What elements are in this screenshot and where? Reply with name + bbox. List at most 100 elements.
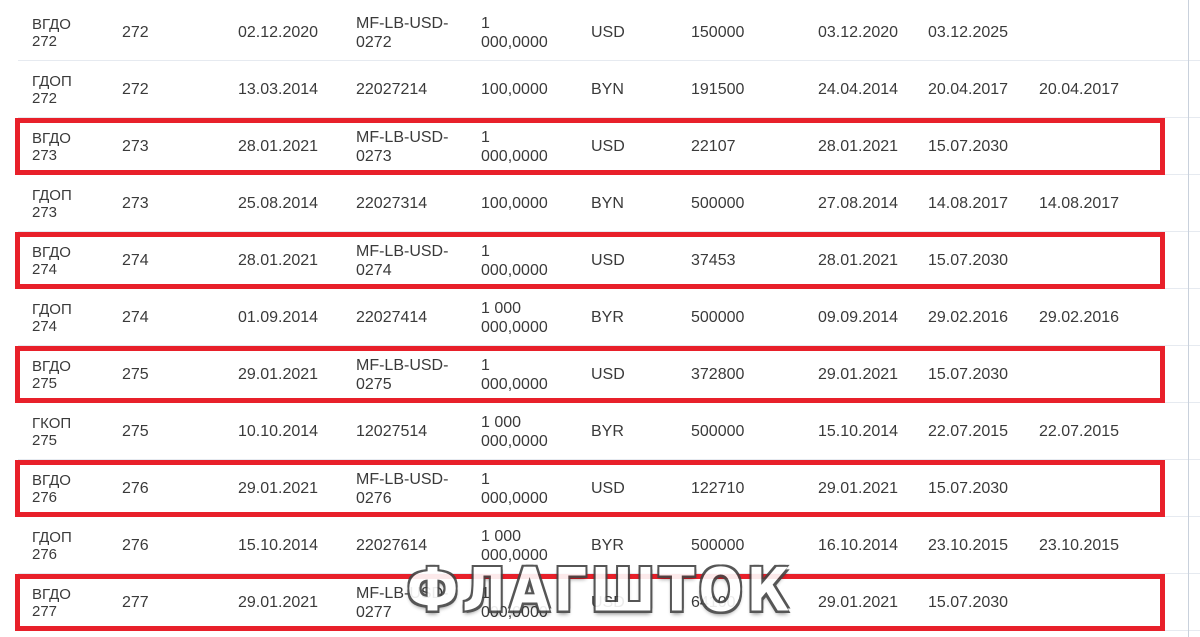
currency-cell: USD bbox=[591, 23, 625, 41]
maturity-date-cell: 15.07.2030 bbox=[928, 251, 1009, 269]
isin-cell: 22027214 bbox=[356, 81, 428, 98]
issue-code-cell: ГКОП 275 bbox=[32, 414, 72, 449]
isin-cell: MF-LB-USD- 0274 bbox=[356, 242, 449, 279]
registration-date-cell: 15.10.2014 bbox=[238, 536, 319, 554]
volume-cell: 500000 bbox=[691, 308, 745, 326]
maturity-date-cell: 14.08.2017 bbox=[928, 194, 1009, 212]
issue-code-cell: ГДОП 272 bbox=[32, 72, 72, 107]
table-row: ВГДО 276 276 29.01.2021 MF-LB-USD- 0276 1 00… bbox=[18, 460, 1200, 517]
issue-code-cell: ВГДО 276 bbox=[32, 471, 71, 506]
issue-code-cell: ВГДО 275 bbox=[32, 357, 71, 392]
start-date-cell: 27.08.2014 bbox=[818, 194, 899, 212]
redemption-date-cell bbox=[1039, 460, 1149, 517]
issue-code-cell: ВГДО 273 bbox=[32, 129, 71, 164]
isin-cell: 22027414 bbox=[356, 309, 428, 326]
issue-code-cell: ГДОП 276 bbox=[32, 528, 72, 563]
table-right-border bbox=[1188, 0, 1189, 637]
table-row: ГДОП 273 273 25.08.2014 22027314 100,0000 BYN… bbox=[18, 175, 1200, 232]
nominal-cell: 1 000,0000 bbox=[481, 356, 548, 393]
start-date-cell: 29.01.2021 bbox=[818, 365, 899, 383]
currency-cell: BYR bbox=[591, 422, 624, 440]
maturity-date-cell: 29.02.2016 bbox=[928, 308, 1009, 326]
redemption-date-cell: 22.07.2015 bbox=[1039, 422, 1120, 440]
volume-cell: 37453 bbox=[691, 251, 736, 269]
issue-code-cell: ВГДО 277 bbox=[32, 585, 71, 620]
redemption-date-cell: 23.10.2015 bbox=[1039, 536, 1120, 554]
start-date-cell: 29.01.2021 bbox=[818, 479, 899, 497]
isin-cell: MF-LB-USD- 0275 bbox=[356, 356, 449, 393]
redemption-date-cell bbox=[1039, 118, 1149, 175]
issue-number-cell: 272 bbox=[122, 23, 149, 41]
volume-cell: 150000 bbox=[691, 23, 745, 41]
issue-number-cell: 275 bbox=[122, 422, 149, 440]
maturity-date-cell: 22.07.2015 bbox=[928, 422, 1009, 440]
nominal-cell: 1 000,0000 bbox=[481, 14, 548, 51]
volume-cell: 500000 bbox=[691, 422, 745, 440]
redemption-date-cell bbox=[1039, 346, 1149, 403]
start-date-cell: 03.12.2020 bbox=[818, 23, 899, 41]
volume-cell: 500000 bbox=[691, 194, 745, 212]
isin-cell: 22027314 bbox=[356, 195, 428, 212]
maturity-date-cell: 20.04.2017 bbox=[928, 80, 1009, 98]
registration-date-cell: 13.03.2014 bbox=[238, 80, 319, 98]
nominal-cell: 1 000 000,0000 bbox=[481, 413, 548, 450]
start-date-cell: 16.10.2014 bbox=[818, 536, 899, 554]
issue-number-cell: 273 bbox=[122, 194, 149, 212]
issue-number-cell: 273 bbox=[122, 137, 149, 155]
issue-number-cell: 272 bbox=[122, 80, 149, 98]
volume-cell: 372800 bbox=[691, 365, 745, 383]
registration-date-cell: 29.01.2021 bbox=[238, 365, 319, 383]
registration-date-cell: 01.09.2014 bbox=[238, 308, 319, 326]
nominal-cell: 1 000 000,0000 bbox=[481, 299, 548, 336]
table-row: ВГДО 272 272 02.12.2020 MF-LB-USD- 0272 1 00… bbox=[18, 4, 1200, 61]
currency-cell: USD bbox=[591, 137, 625, 155]
start-date-cell: 09.09.2014 bbox=[818, 308, 899, 326]
volume-cell: 191500 bbox=[691, 80, 745, 98]
maturity-date-cell: 15.07.2030 bbox=[928, 137, 1009, 155]
nominal-cell: 100,0000 bbox=[481, 195, 548, 212]
table-row: ВГДО 275 275 29.01.2021 MF-LB-USD- 0275 1 00… bbox=[18, 346, 1200, 403]
issue-code-cell: ГДОП 273 bbox=[32, 186, 72, 221]
table-row: ВГДО 273 273 28.01.2021 MF-LB-USD- 0273 1 00… bbox=[18, 118, 1200, 175]
currency-cell: BYR bbox=[591, 308, 624, 326]
registration-date-cell: 29.01.2021 bbox=[238, 479, 319, 497]
currency-cell: USD bbox=[591, 479, 625, 497]
isin-cell: MF-LB-USD- 0272 bbox=[356, 14, 449, 51]
nominal-cell: 1 000,0000 bbox=[481, 128, 548, 165]
table-row: ГКОП 275 275 10.10.2014 12027514 1 000 000,0… bbox=[18, 403, 1200, 460]
registration-date-cell: 25.08.2014 bbox=[238, 194, 319, 212]
table-row: ВГДО 274 274 28.01.2021 MF-LB-USD- 0274 1 00… bbox=[18, 232, 1200, 289]
redemption-date-cell: 29.02.2016 bbox=[1039, 308, 1120, 326]
issue-number-cell: 274 bbox=[122, 251, 149, 269]
start-date-cell: 28.01.2021 bbox=[818, 251, 899, 269]
maturity-date-cell: 15.07.2030 bbox=[928, 365, 1009, 383]
volume-cell: 122710 bbox=[691, 479, 745, 497]
redemption-date-cell bbox=[1039, 574, 1149, 631]
currency-cell: BYN bbox=[591, 80, 624, 98]
watermark-logo: ФЛАГШТОК bbox=[406, 556, 794, 626]
redemption-date-cell: 20.04.2017 bbox=[1039, 80, 1120, 98]
redemption-date-cell bbox=[1039, 4, 1149, 61]
currency-cell: USD bbox=[591, 251, 625, 269]
isin-cell: MF-LB-USD- 0273 bbox=[356, 128, 449, 165]
issue-number-cell: 275 bbox=[122, 365, 149, 383]
issue-code-cell: ВГДО 272 bbox=[32, 15, 71, 50]
currency-cell: BYN bbox=[591, 194, 624, 212]
table-row: ГДОП 272 272 13.03.2014 22027214 100,0000 BYN… bbox=[18, 61, 1200, 118]
isin-cell: 12027514 bbox=[356, 423, 428, 440]
registration-date-cell: 28.01.2021 bbox=[238, 137, 319, 155]
registration-date-cell: 02.12.2020 bbox=[238, 23, 319, 41]
issue-number-cell: 276 bbox=[122, 479, 149, 497]
start-date-cell: 29.01.2021 bbox=[818, 593, 899, 611]
issue-code-cell: ГДОП 274 bbox=[32, 300, 72, 335]
maturity-date-cell: 03.12.2025 bbox=[928, 23, 1009, 41]
nominal-cell: 1 000,0000 bbox=[481, 242, 548, 279]
redemption-date-cell bbox=[1039, 232, 1149, 289]
bond-issues-table: ВГДО 272 272 02.12.2020 MF-LB-USD- 0272 1 00… bbox=[0, 0, 1200, 637]
currency-cell: USD bbox=[591, 365, 625, 383]
nominal-cell: 1 000,0000 bbox=[481, 470, 548, 507]
volume-cell: 22107 bbox=[691, 137, 736, 155]
nominal-cell: 100,0000 bbox=[481, 81, 548, 98]
isin-cell: MF-LB-USD- 0276 bbox=[356, 470, 449, 507]
start-date-cell: 15.10.2014 bbox=[818, 422, 899, 440]
